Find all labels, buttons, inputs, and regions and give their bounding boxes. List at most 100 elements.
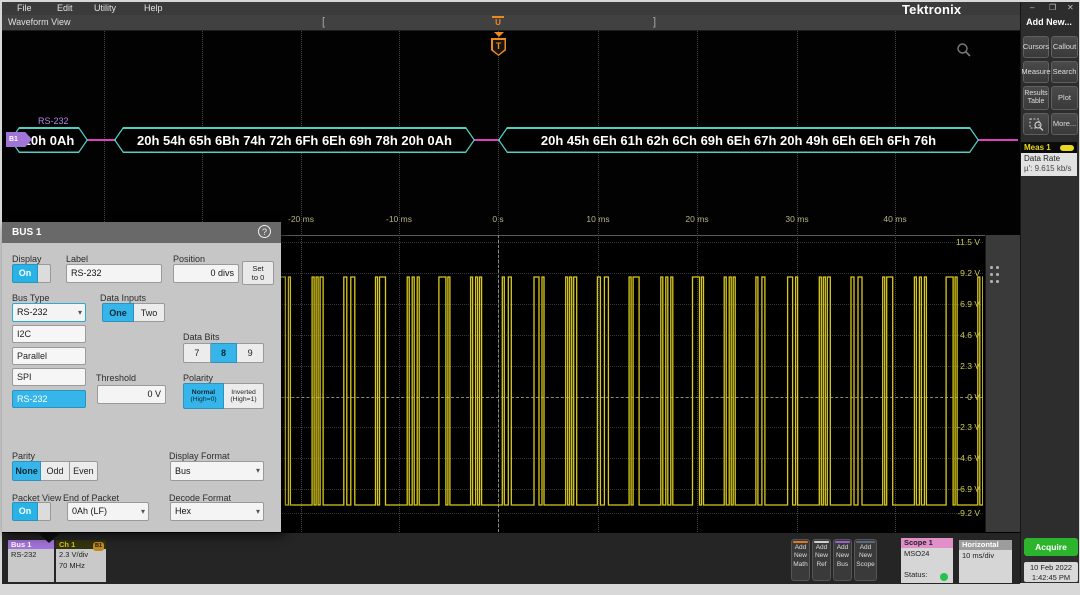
minimize-button[interactable]: – <box>1030 3 1034 12</box>
label-input[interactable]: RS-232 <box>66 264 162 283</box>
draw-box-zoom-icon <box>1029 117 1044 131</box>
parity-odd[interactable]: Odd <box>41 461 69 481</box>
display-format-dropdown[interactable]: Bus <box>170 461 264 481</box>
position-input[interactable]: 0 divs <box>173 264 239 283</box>
help-icon[interactable]: ? <box>258 225 271 238</box>
callout-button[interactable]: Callout <box>1051 36 1078 58</box>
end-of-packet-dropdown[interactable]: 0Ah (LF) <box>67 502 149 521</box>
menu-help[interactable]: Help <box>144 3 163 13</box>
bus-label: RS-232 <box>38 116 69 126</box>
data-bits-7[interactable]: 7 <box>183 343 211 363</box>
menu-edit[interactable]: Edit <box>57 3 73 13</box>
parity-label: Parity <box>12 451 35 461</box>
bus-type-option-parallel[interactable]: Parallel <box>12 347 86 365</box>
set-to-zero-button[interactable]: Set to 0 <box>242 261 274 285</box>
voltage-axis-label: 4.6 V <box>892 330 980 340</box>
time-axis-label: 20 ms <box>669 214 725 224</box>
meas1-header[interactable]: Meas 1 <box>1021 142 1077 153</box>
position-label: Position <box>173 254 205 264</box>
polarity-normal[interactable]: Normal (High=0) <box>183 383 224 409</box>
parity-none[interactable]: None <box>12 461 41 481</box>
data-bits-9[interactable]: 9 <box>237 343 264 363</box>
menu-utility[interactable]: Utility <box>94 3 116 13</box>
results-table-button[interactable]: Results Table <box>1023 86 1049 110</box>
acquire-button[interactable]: Acquire <box>1024 538 1078 556</box>
meas-value: µ': 9.615 kb/s <box>1024 164 1077 174</box>
more-button[interactable]: More... <box>1051 113 1078 135</box>
close-button[interactable]: ✕ <box>1067 3 1074 12</box>
bus-type-option-rs232[interactable]: RS-232 <box>12 390 86 408</box>
datetime-display[interactable]: 10 Feb 2022 1:42:45 PM <box>1024 562 1078 582</box>
meas-source-badge <box>1060 145 1074 151</box>
voltage-axis-label: 11.5 V <box>892 237 980 247</box>
packet-view-toggle[interactable]: On <box>12 502 51 521</box>
decode-format-dropdown[interactable]: Hex <box>170 502 264 521</box>
polarity-label: Polarity <box>183 373 213 383</box>
meas1-result[interactable]: Data Rate µ': 9.615 kb/s <box>1021 153 1077 176</box>
menu-bar: File Edit Utility Help Tektronix <box>2 2 1020 15</box>
screenshot-page: File Edit Utility Help Tektronix – ❐ ✕ W… <box>0 0 1080 595</box>
tab-waveform-view[interactable]: Waveform View <box>8 17 71 27</box>
add-new-bus-button[interactable]: AddNewBus <box>833 539 852 581</box>
bus-packet: 20h 45h 6Eh 61h 62h 6Ch 69h 6Eh 67h 20h … <box>498 127 979 153</box>
data-bits-8[interactable]: 8 <box>211 343 238 363</box>
tab-bar: Waveform View [ ] <box>2 15 1020 31</box>
voltage-axis-label: 2.3 V <box>892 361 980 371</box>
search-button[interactable]: Search <box>1051 61 1078 83</box>
menu-file[interactable]: File <box>17 3 32 13</box>
bus-type-label: Bus Type <box>12 293 49 303</box>
threshold-label: Threshold <box>96 373 136 383</box>
voltage-axis-label: -9.2 V <box>892 508 980 518</box>
bus-connector <box>471 139 501 141</box>
polarity-inverted[interactable]: Inverted (High=1) <box>224 383 264 409</box>
voltage-axis-label: -6.9 V <box>892 484 980 494</box>
add-new-math-button[interactable]: AddNewMath <box>791 539 810 581</box>
dialog-title[interactable]: BUS 1 <box>2 222 281 243</box>
zoom-magnifier-icon[interactable] <box>956 42 972 58</box>
plot-button[interactable]: Plot <box>1051 86 1078 110</box>
data-inputs-label: Data Inputs <box>100 293 146 303</box>
bus-type-dropdown[interactable]: RS-232 <box>12 303 86 322</box>
threshold-input[interactable]: 0 V <box>97 385 166 404</box>
bus-type-option-spi[interactable]: SPI <box>12 368 86 386</box>
voltage-axis-label: 6.9 V <box>892 299 980 309</box>
toggle-knob <box>38 264 51 283</box>
overview-left-bracket[interactable]: [ <box>322 16 325 28</box>
voltage-axis-label: 9.2 V <box>892 268 980 278</box>
channel-bus-tag: B1 <box>93 542 104 551</box>
meas-type: Data Rate <box>1024 154 1077 164</box>
voltage-axis-label: -2.3 V <box>892 422 980 432</box>
panel-drag-handle[interactable] <box>990 266 999 284</box>
maximize-button[interactable]: ❐ <box>1049 3 1056 12</box>
bus-connector <box>84 139 118 141</box>
overview-right-bracket[interactable]: ] <box>653 16 656 28</box>
display-label: Display <box>12 254 42 264</box>
add-new-title: Add New... <box>1020 17 1078 27</box>
parity-even[interactable]: Even <box>70 461 98 481</box>
status-indicator <box>940 573 948 581</box>
add-new-ref-button[interactable]: AddNewRef <box>812 539 831 581</box>
bus1-config-dialog: BUS 1 ? Display On Label RS-232 Position… <box>2 222 281 532</box>
cursors-button[interactable]: Cursors <box>1023 36 1049 58</box>
oscilloscope-app: File Edit Utility Help Tektronix – ❐ ✕ W… <box>2 2 1078 583</box>
time-axis-label: 40 ms <box>867 214 923 224</box>
scope1-badge[interactable]: Scope 1 MSO24 Status: <box>901 538 953 583</box>
bus1-badge[interactable]: Bus 1 RS-232 <box>8 540 54 582</box>
ch1-badge[interactable]: Ch 1 B1 2.3 V/div 70 MHz <box>56 540 106 582</box>
horizontal-badge[interactable]: Horizontal 10 ms/div <box>959 540 1012 583</box>
dialog-anchor-tail <box>36 531 62 543</box>
bus-type-option-i2c[interactable]: I2C <box>12 325 86 343</box>
display-toggle[interactable]: On <box>12 264 51 283</box>
voltage-axis-label: -4.6 V <box>892 453 980 463</box>
display-format-label: Display Format <box>169 451 230 461</box>
time-axis-label: -20 ms <box>273 214 329 224</box>
overview-trigger-marker[interactable]: U <box>492 16 504 31</box>
bus-connector <box>975 139 1018 141</box>
draw-box-zoom-button[interactable] <box>1023 113 1049 135</box>
time-axis-label: 30 ms <box>769 214 825 224</box>
data-inputs-two[interactable]: Two <box>134 303 165 322</box>
data-inputs-one[interactable]: One <box>102 303 134 322</box>
label-label: Label <box>66 254 88 264</box>
add-new-scope-button[interactable]: AddNewScope <box>854 539 877 581</box>
measure-button[interactable]: Measure <box>1023 61 1049 83</box>
